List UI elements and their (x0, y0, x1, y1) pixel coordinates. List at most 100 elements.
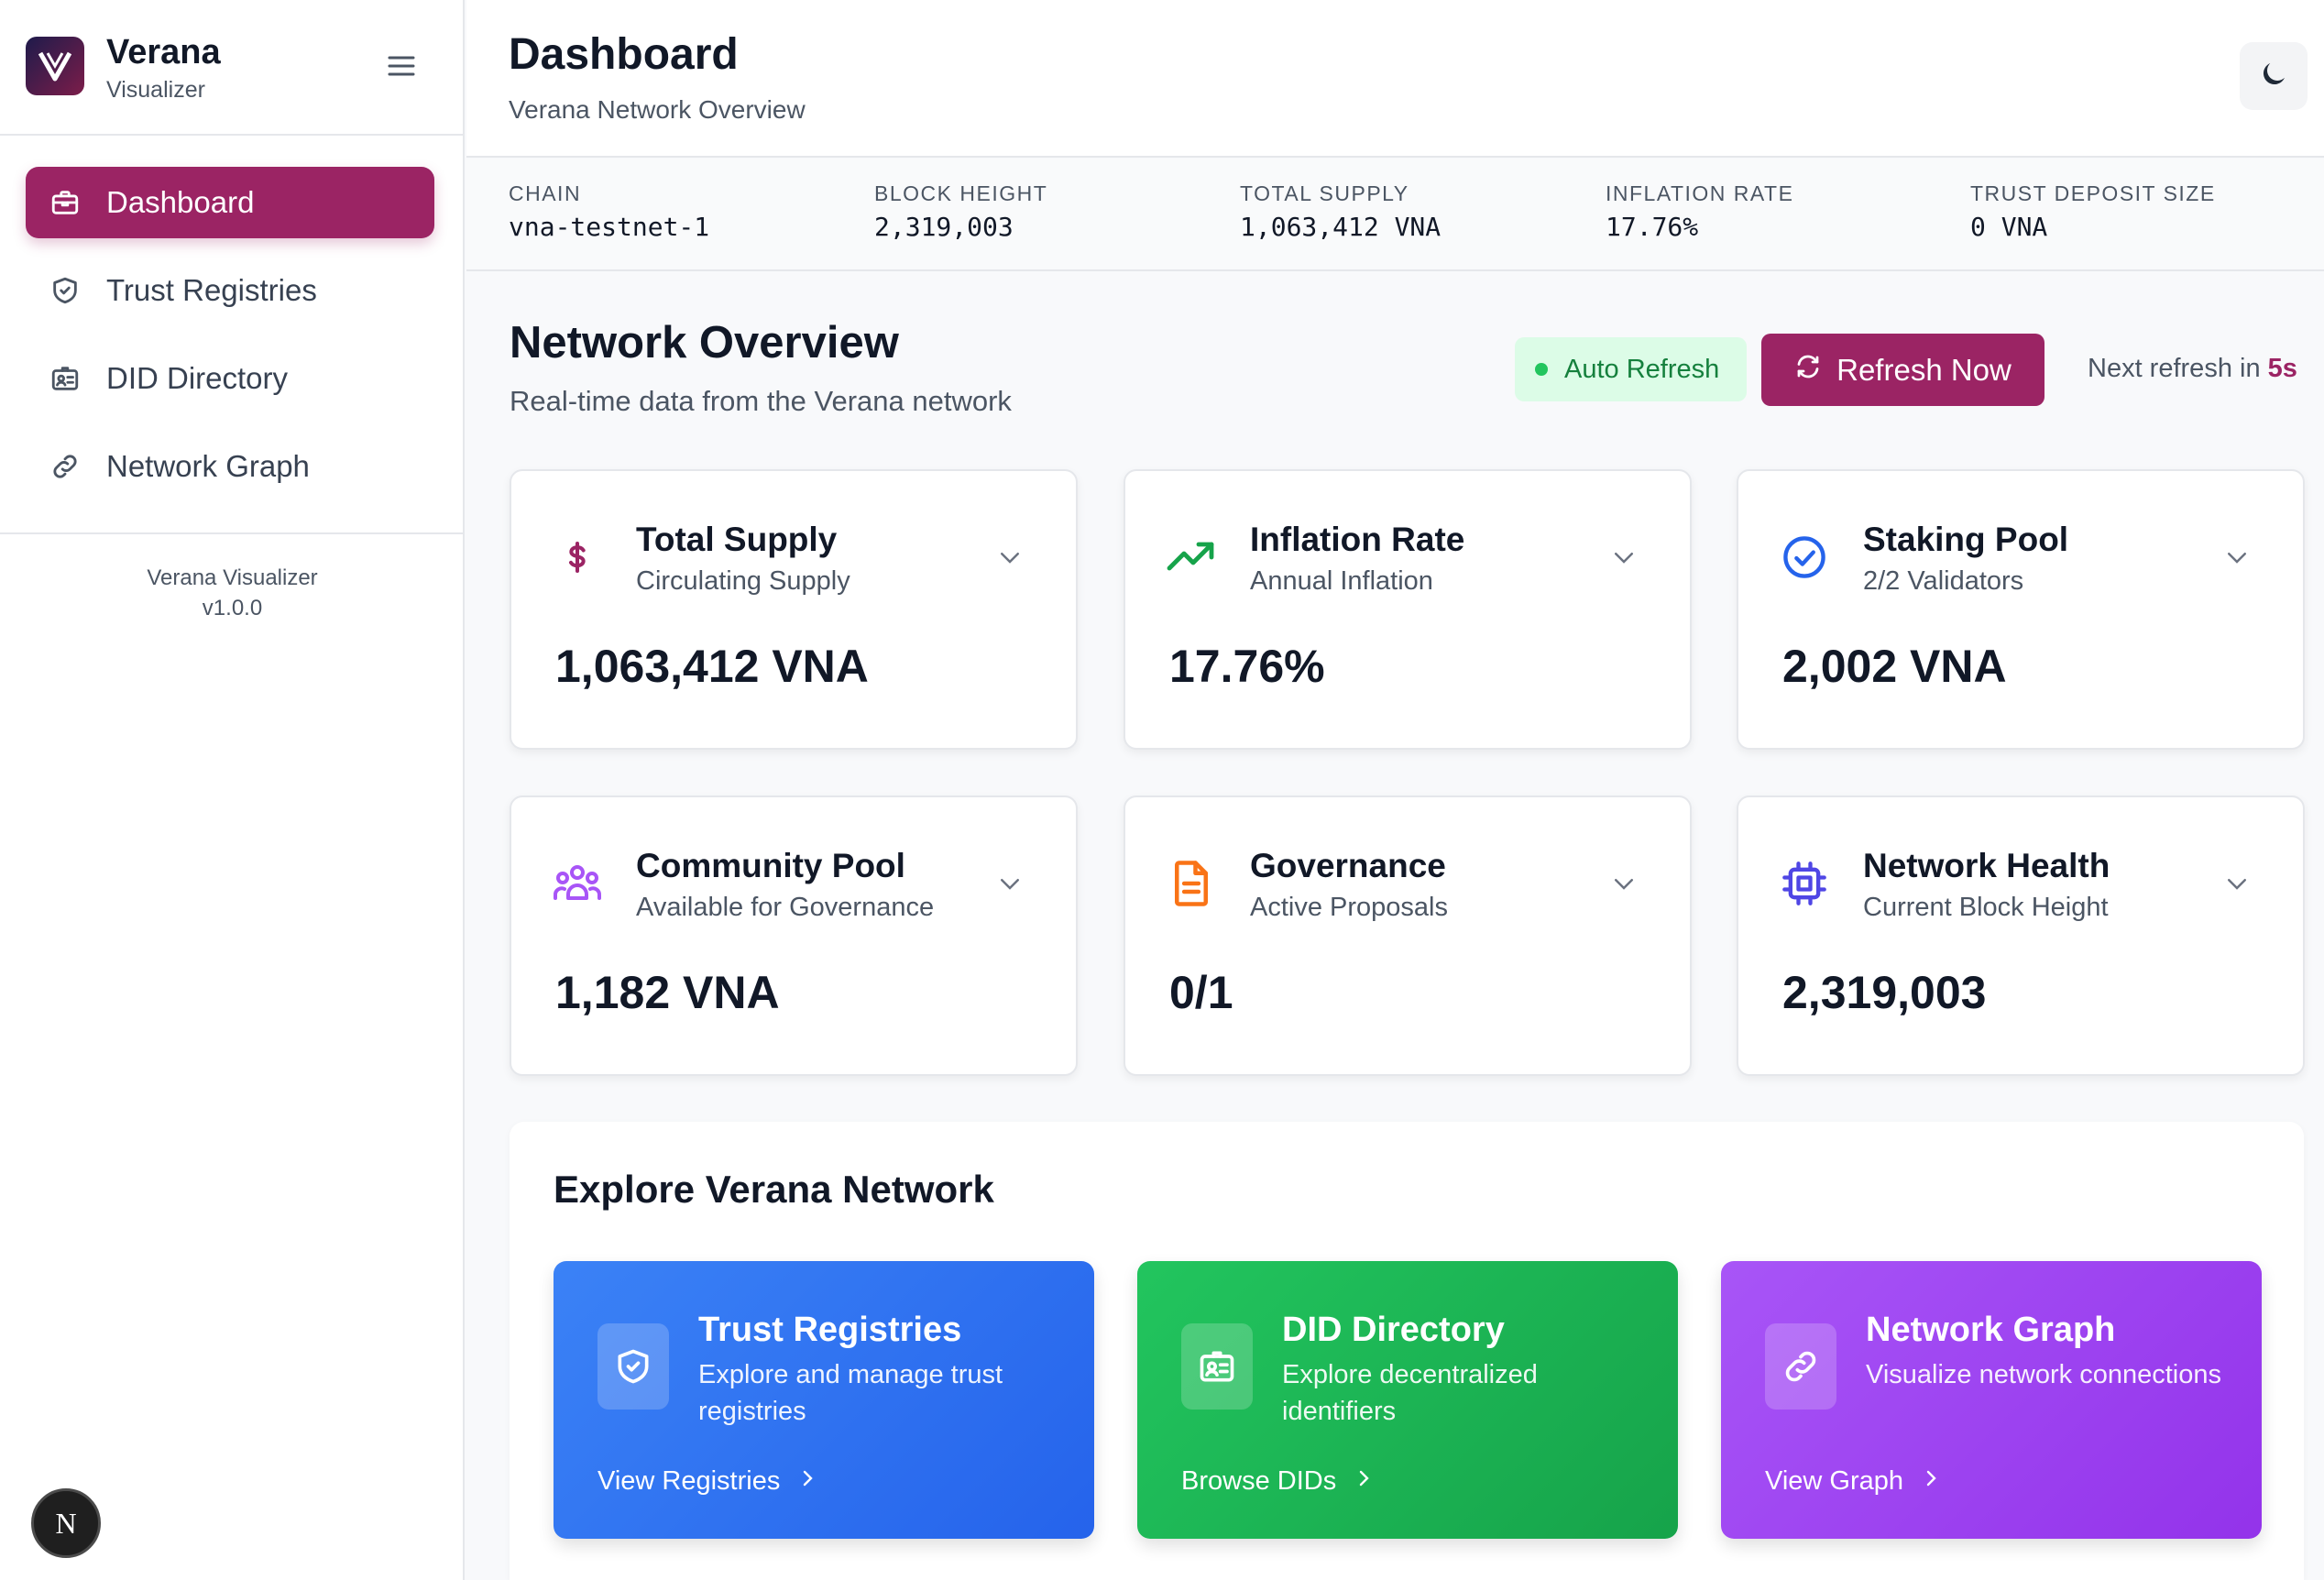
page-subtitle: Verana Network Overview (509, 95, 806, 124)
sidebar-item-did-directory[interactable]: DID Directory (26, 343, 434, 414)
explore-card-trust-registries[interactable]: Trust Registries Explore and manage trus… (554, 1261, 1094, 1539)
card-title: Governance (1250, 847, 1446, 884)
chevron-down-icon[interactable] (1607, 541, 1640, 574)
brand-title: Verana (106, 33, 221, 71)
stat-label: TOTAL SUPPLY (1240, 181, 1409, 205)
brand-header: Verana Visualizer (0, 0, 463, 136)
chevron-down-icon[interactable] (2220, 541, 2253, 574)
explore-panel: Explore Verana Network Trust Registries … (510, 1122, 2304, 1580)
sidebar-nav: Dashboard Trust Registries DID Directory (26, 167, 434, 519)
chevron-right-icon (1903, 1466, 1942, 1497)
trending-up-icon (1166, 532, 1217, 583)
card-value: 2,002 VNA (1782, 641, 2007, 692)
card-staking-pool[interactable]: Staking Pool 2/2 Validators 2,002 VNA (1737, 469, 2305, 750)
sidebar-item-trust-registries[interactable]: Trust Registries (26, 255, 434, 326)
sidebar: Verana Visualizer Dashboard Trust Regist… (0, 0, 465, 1580)
id-card-icon (1181, 1323, 1253, 1410)
auto-refresh-toggle[interactable]: Auto Refresh (1515, 337, 1747, 401)
card-title: Community Pool (636, 847, 905, 884)
explore-title: Explore Verana Network (554, 1168, 994, 1211)
browse-dids-link[interactable]: Browse DIDs (1181, 1466, 1375, 1497)
sidebar-item-label: DID Directory (106, 361, 289, 395)
stat-label: BLOCK HEIGHT (874, 181, 1048, 205)
dev-tools-badge[interactable]: N (31, 1488, 101, 1558)
chevron-right-icon (780, 1466, 818, 1497)
card-subtitle: Active Proposals (1250, 893, 1448, 922)
card-value: 1,182 VNA (555, 967, 780, 1018)
stat-chain: CHAIN vna-testnet-1 (509, 181, 709, 242)
card-value: 1,063,412 VNA (555, 641, 869, 692)
card-subtitle: Annual Inflation (1250, 566, 1433, 596)
card-network-health[interactable]: Network Health Current Block Height 2,31… (1737, 795, 2305, 1076)
chevron-right-icon (1336, 1466, 1375, 1497)
card-value: 17.76% (1169, 641, 1325, 692)
sidebar-version: Verana Visualizer v1.0.0 (0, 563, 465, 623)
version-number: v1.0.0 (202, 596, 263, 620)
card-total-supply[interactable]: Total Supply Circulating Supply 1,063,41… (510, 469, 1078, 750)
stat-total-supply: TOTAL SUPPLY 1,063,412 VNA (1240, 181, 1441, 242)
card-subtitle: 2/2 Validators (1863, 566, 2024, 596)
users-icon (552, 858, 603, 909)
sidebar-item-label: Network Graph (106, 449, 310, 483)
version-name: Verana Visualizer (147, 565, 318, 590)
next-refresh-prefix: Next refresh in (2088, 354, 2261, 383)
cpu-chip-icon (1779, 858, 1830, 909)
stat-label: INFLATION RATE (1606, 181, 1794, 205)
shield-check-icon (597, 1323, 669, 1410)
chevron-down-icon[interactable] (2220, 867, 2253, 900)
stat-value: 2,319,003 (874, 212, 1014, 242)
sidebar-item-dashboard[interactable]: Dashboard (26, 167, 434, 238)
document-icon (1166, 858, 1217, 909)
explore-card-network-graph[interactable]: Network Graph Visualize network connecti… (1721, 1261, 2262, 1539)
link-icon (1765, 1323, 1836, 1410)
chevron-down-icon[interactable] (1607, 867, 1640, 900)
explore-card-did-directory[interactable]: DID Directory Explore decentralized iden… (1137, 1261, 1678, 1539)
link-icon (48, 449, 82, 484)
refresh-now-button[interactable]: Refresh Now (1761, 334, 2044, 406)
explore-card-link-label: Browse DIDs (1181, 1466, 1337, 1496)
stat-trust-deposit-size: TRUST DEPOSIT SIZE 0 VNA (1970, 181, 2216, 242)
section-subtitle: Real-time data from the Verana network (510, 385, 1012, 417)
moon-icon (2257, 58, 2290, 95)
shield-check-icon (48, 273, 82, 308)
card-subtitle: Circulating Supply (636, 566, 850, 596)
explore-card-link-label: View Registries (597, 1466, 781, 1496)
sidebar-item-network-graph[interactable]: Network Graph (26, 431, 434, 502)
explore-card-title: DID Directory (1282, 1311, 1505, 1349)
explore-card-description: Explore decentralized identifiers (1282, 1360, 1538, 1426)
brand-subtitle: Visualizer (106, 77, 205, 103)
status-dot-icon (1535, 363, 1548, 376)
theme-toggle-button[interactable] (2240, 42, 2308, 110)
dollar-icon (552, 532, 603, 583)
refresh-now-label: Refresh Now (1836, 352, 2012, 387)
briefcase-icon (48, 185, 82, 220)
verana-logo[interactable] (26, 37, 84, 95)
sidebar-item-label: Dashboard (106, 185, 255, 219)
network-stats-bar: CHAIN vna-testnet-1 BLOCK HEIGHT 2,319,0… (466, 159, 2324, 271)
menu-icon[interactable] (383, 48, 420, 84)
card-value: 2,319,003 (1782, 967, 1987, 1018)
view-registries-link[interactable]: View Registries (597, 1466, 818, 1497)
sidebar-item-label: Trust Registries (106, 273, 317, 307)
section-title: Network Overview (510, 318, 899, 368)
card-subtitle: Current Block Height (1863, 893, 2109, 922)
card-title: Total Supply (636, 521, 838, 558)
stat-value: 1,063,412 VNA (1240, 212, 1442, 242)
card-inflation-rate[interactable]: Inflation Rate Annual Inflation 17.76% (1124, 469, 1692, 750)
card-subtitle: Available for Governance (636, 893, 935, 922)
chevron-down-icon[interactable] (993, 541, 1026, 574)
id-card-icon (48, 361, 82, 396)
next-refresh-countdown: Next refresh in 5s (2088, 354, 2297, 384)
card-community-pool[interactable]: Community Pool Available for Governance … (510, 795, 1078, 1076)
view-graph-link[interactable]: View Graph (1765, 1466, 1942, 1497)
card-title: Inflation Rate (1250, 521, 1465, 558)
card-governance[interactable]: Governance Active Proposals 0/1 (1124, 795, 1692, 1076)
page-title: Dashboard (509, 30, 739, 79)
next-refresh-value: 5s (2267, 354, 2297, 383)
stat-value: 0 VNA (1970, 212, 2048, 242)
explore-card-title: Network Graph (1866, 1311, 2116, 1349)
check-circle-icon (1779, 532, 1830, 583)
refresh-icon (1794, 353, 1836, 388)
chevron-down-icon[interactable] (993, 867, 1026, 900)
stat-value: vna-testnet-1 (509, 212, 710, 242)
